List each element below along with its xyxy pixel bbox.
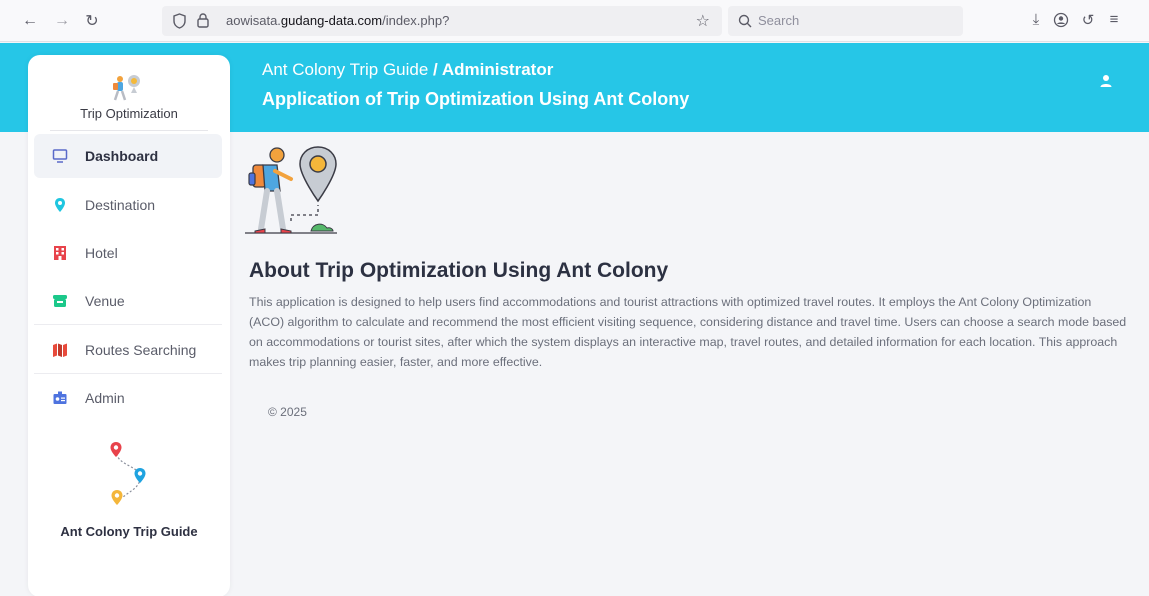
page-title: About Trip Optimization Using Ant Colony <box>249 259 669 282</box>
sidebar-item-label: Admin <box>85 390 125 406</box>
user-icon[interactable] <box>1099 74 1113 88</box>
sidebar-item-label: Venue <box>85 293 125 309</box>
search-input[interactable]: Search <box>728 6 963 36</box>
search-icon <box>738 14 752 28</box>
sidebar-item-label: Hotel <box>85 245 118 261</box>
sidebar-item-label: Dashboard <box>85 148 159 164</box>
divider <box>34 373 222 374</box>
browser-toolbar: ← → ↻ aowisata.gudang-data.com/index.php… <box>0 0 1149 42</box>
hotel-icon <box>54 246 66 260</box>
url-bar[interactable]: aowisata.gudang-data.com/index.php? ☆ <box>162 6 722 36</box>
header-subtitle: Application of Trip Optimization Using A… <box>262 89 690 109</box>
admin-icon <box>53 391 67 404</box>
back-icon[interactable]: ← <box>18 9 42 33</box>
bookmark-star-icon[interactable]: ☆ <box>696 11 710 31</box>
divider <box>34 324 222 325</box>
sidebar-item-label: Routes Searching <box>85 342 197 358</box>
extensions-icon[interactable]: ↺ <box>1078 11 1098 29</box>
sidebar-item-routes-searching[interactable]: Routes Searching <box>34 328 222 372</box>
map-icon <box>53 343 67 357</box>
lock-icon[interactable] <box>196 12 210 29</box>
sidebar-item-destination[interactable]: Destination <box>34 183 222 227</box>
menu-icon[interactable]: ≡ <box>1104 11 1124 28</box>
route-pins-icon <box>110 442 146 505</box>
search-placeholder: Search <box>758 13 800 28</box>
venue-icon <box>53 295 67 307</box>
forward-icon[interactable]: → <box>50 9 74 33</box>
map-pin-icon <box>55 198 65 212</box>
sidebar-item-admin[interactable]: Admin <box>34 376 222 420</box>
sidebar-item-dashboard[interactable]: Dashboard <box>34 134 222 178</box>
account-icon[interactable] <box>1051 12 1071 28</box>
sidebar-item-hotel[interactable]: Hotel <box>34 231 222 275</box>
footer-app-name: Ant Colony Trip Guide <box>60 524 198 539</box>
sidebar-item-venue[interactable]: Venue <box>34 279 222 323</box>
traveler-logo-icon <box>113 75 140 101</box>
url-text[interactable]: aowisata.gudang-data.com/index.php? <box>226 13 449 28</box>
brand-name: Trip Optimization <box>80 106 178 121</box>
divider <box>50 130 208 131</box>
copyright-text: © 2025 <box>268 405 307 419</box>
traveler-illustration-icon <box>245 146 337 234</box>
monitor-icon <box>52 149 68 163</box>
sidebar: Trip Optimization Dashboard Destination … <box>28 55 230 596</box>
page-description: This application is designed to help use… <box>249 295 1127 369</box>
header-title: Ant Colony Trip Guide / Administrator <box>262 60 554 79</box>
sidebar-item-label: Destination <box>85 197 156 213</box>
reload-icon[interactable]: ↻ <box>80 9 104 33</box>
download-icon[interactable]: ⤓ <box>1026 11 1046 28</box>
shield-icon[interactable] <box>172 13 187 29</box>
